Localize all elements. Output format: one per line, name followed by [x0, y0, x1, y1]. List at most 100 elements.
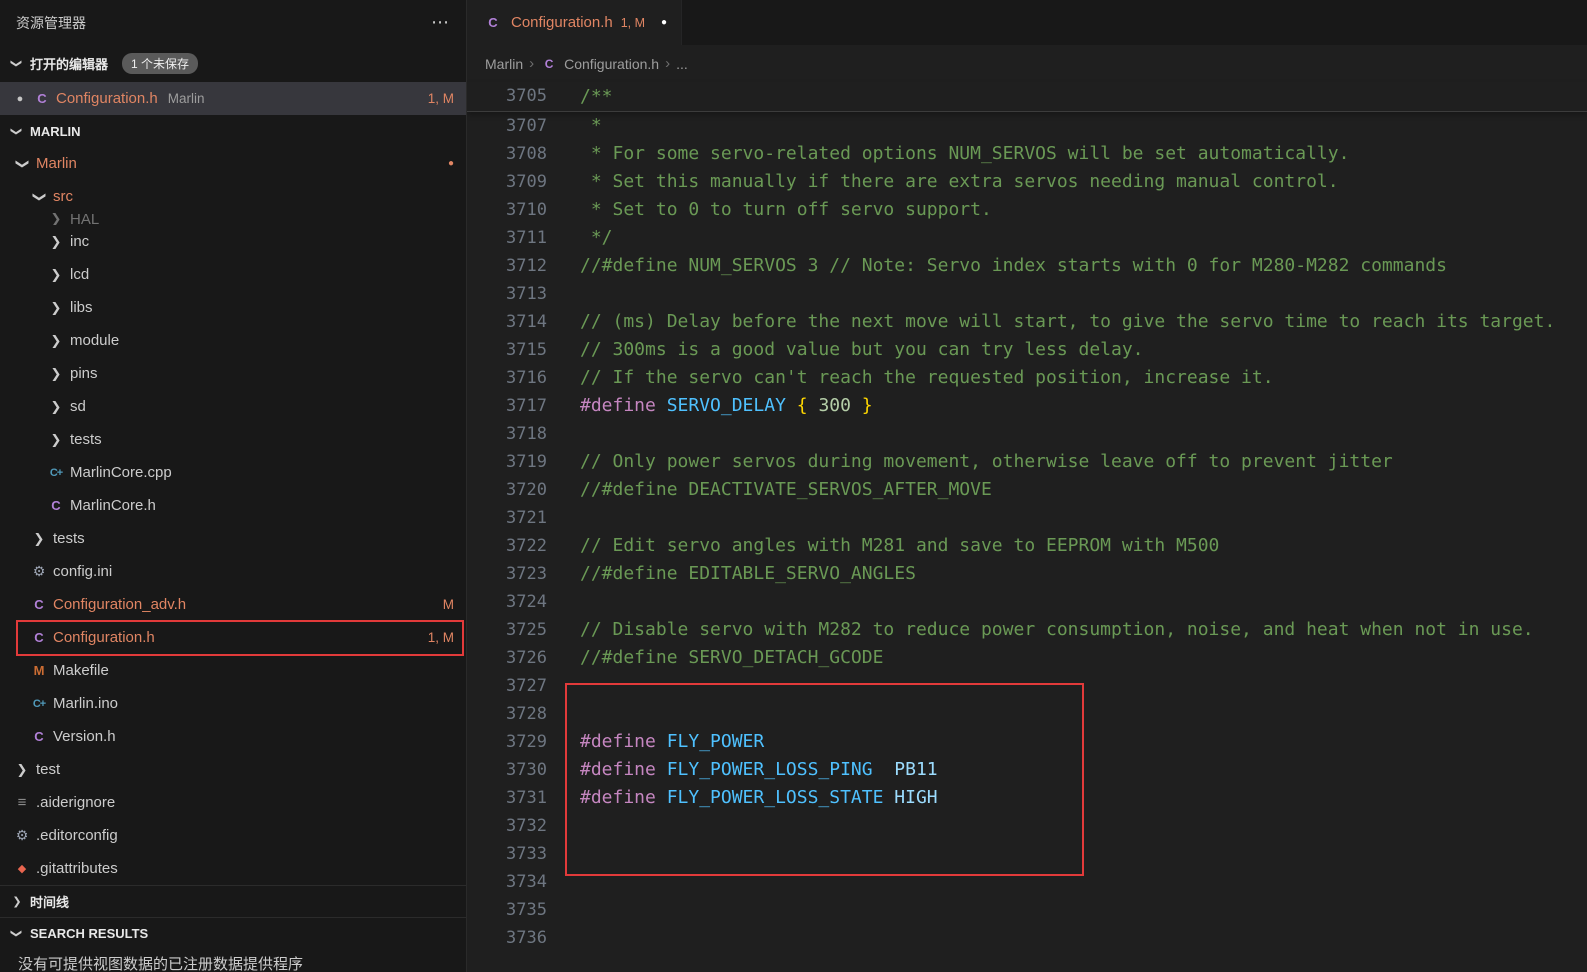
- chevron-right-icon: [8, 895, 26, 908]
- sidebar-title-row: 资源管理器 ⋯: [0, 0, 466, 45]
- code-line[interactable]: 3707 *: [467, 112, 1587, 140]
- tree-item-pins[interactable]: pins: [0, 357, 466, 390]
- code-line[interactable]: 3716// If the servo can't reach the requ…: [467, 364, 1587, 392]
- tree-item-label: HAL: [70, 213, 99, 225]
- tree-item-src[interactable]: src: [0, 180, 466, 213]
- code-line[interactable]: 3712//#define NUM_SERVOS 3 // Note: Serv…: [467, 252, 1587, 280]
- line-number: 3723: [467, 560, 547, 588]
- tree-indent: [10, 571, 27, 572]
- tree-item-.editorconfig[interactable]: .editorconfig: [0, 819, 466, 852]
- line-number: 3722: [467, 532, 547, 560]
- code-line[interactable]: 3719// Only power servos during movement…: [467, 448, 1587, 476]
- code-line[interactable]: 3730#define FLY_POWER_LOSS_PING PB11: [467, 756, 1587, 784]
- code-line[interactable]: 3709 * Set this manually if there are ex…: [467, 168, 1587, 196]
- code-line[interactable]: 3726//#define SERVO_DETACH_GCODE: [467, 644, 1587, 672]
- line-number: 3718: [467, 420, 547, 448]
- tree-indent: [10, 604, 27, 605]
- tree-item-inc[interactable]: inc: [0, 225, 466, 258]
- breadcrumb-item-...[interactable]: ...: [676, 56, 688, 72]
- tree-indent: [10, 472, 44, 473]
- tree-item-marlin.ino[interactable]: Marlin.ino: [0, 687, 466, 720]
- tree-item-hal[interactable]: HAL: [0, 213, 466, 225]
- code-line[interactable]: 3735: [467, 896, 1587, 924]
- tree-item-tests[interactable]: tests: [0, 522, 466, 555]
- code-line[interactable]: 3731#define FLY_POWER_LOSS_STATE HIGH: [467, 784, 1587, 812]
- tree-item-configuration.h[interactable]: Configuration.h 1, M: [0, 621, 466, 654]
- timeline-header[interactable]: 时间线: [0, 885, 466, 917]
- code-line[interactable]: 3725// Disable servo with M282 to reduce…: [467, 616, 1587, 644]
- code-line[interactable]: 3734: [467, 868, 1587, 896]
- git-problems-badge: 1, M: [428, 630, 454, 645]
- line-number: 3708: [467, 140, 547, 168]
- code-line[interactable]: 3736: [467, 924, 1587, 952]
- code-line[interactable]: 3733: [467, 840, 1587, 868]
- code-line[interactable]: 3723//#define EDITABLE_SERVO_ANGLES: [467, 560, 1587, 588]
- code-line[interactable]: 3715// 300ms is a good value but you can…: [467, 336, 1587, 364]
- tree-item-label: Configuration.h: [53, 629, 155, 646]
- code-text: *: [580, 112, 602, 140]
- doc-file-icon: [10, 794, 34, 811]
- tree-item-version.h[interactable]: Version.h: [0, 720, 466, 753]
- code-text: * Set to 0 to turn off servo support.: [580, 196, 992, 224]
- tree-item-libs[interactable]: libs: [0, 291, 466, 324]
- open-editor-item-configuration-h[interactable]: Configuration.h Marlin 1, M: [0, 82, 466, 115]
- timeline-label: 时间线: [30, 892, 69, 911]
- line-number: 3705: [467, 82, 547, 111]
- chevron-down-icon: [8, 927, 26, 940]
- code-line[interactable]: 3711 */: [467, 224, 1587, 252]
- search-results-empty-message: 没有可提供视图数据的已注册数据提供程序: [0, 949, 466, 972]
- tree-item-.gitattributes[interactable]: .gitattributes: [0, 852, 466, 885]
- tree-indent: [10, 406, 44, 407]
- tree-item-marlin[interactable]: Marlin●: [0, 147, 466, 180]
- tree-item-label: Configuration_adv.h: [53, 596, 186, 613]
- more-actions-icon[interactable]: ⋯: [431, 12, 450, 33]
- code-line[interactable]: 3728: [467, 700, 1587, 728]
- tab-configuration-h[interactable]: Configuration.h 1, M: [467, 0, 682, 45]
- code-line[interactable]: 3714// (ms) Delay before the next move w…: [467, 308, 1587, 336]
- code-line[interactable]: 3713: [467, 280, 1587, 308]
- tree-indent: [10, 505, 44, 506]
- tree-item-label: Marlin: [36, 155, 77, 172]
- open-editors-header[interactable]: 打开的编辑器 1 个未保存: [0, 45, 466, 82]
- tree-item-sd[interactable]: sd: [0, 390, 466, 423]
- gear-file-icon: [27, 563, 51, 580]
- line-number: 3736: [467, 924, 547, 952]
- sticky-scroll-line[interactable]: 3705/**: [467, 82, 1587, 112]
- code-line[interactable]: 3717#define SERVO_DELAY { 300 }: [467, 392, 1587, 420]
- unsaved-dot-icon[interactable]: [10, 93, 30, 105]
- tree-item-configuration_adv.h[interactable]: Configuration_adv.hM: [0, 588, 466, 621]
- code-line[interactable]: 3721: [467, 504, 1587, 532]
- search-results-header[interactable]: SEARCH RESULTS: [0, 917, 466, 949]
- tree-item-lcd[interactable]: lcd: [0, 258, 466, 291]
- tree-item-config.ini[interactable]: config.ini: [0, 555, 466, 588]
- line-number: 3727: [467, 672, 547, 700]
- code-line[interactable]: 3705/**: [467, 82, 1587, 111]
- code-line[interactable]: 3732: [467, 812, 1587, 840]
- code-line[interactable]: 3720//#define DEACTIVATE_SERVOS_AFTER_MO…: [467, 476, 1587, 504]
- tree-item-marlincore.h[interactable]: MarlinCore.h: [0, 489, 466, 522]
- breadcrumb-item-marlin[interactable]: Marlin: [485, 56, 523, 72]
- code-line[interactable]: 3729#define FLY_POWER: [467, 728, 1587, 756]
- c-file-icon: [27, 630, 51, 645]
- tree-item-makefile[interactable]: Makefile: [0, 654, 466, 687]
- unsaved-dot-icon[interactable]: [661, 17, 667, 28]
- line-number: 3710: [467, 196, 547, 224]
- code-text: * For some servo-related options NUM_SER…: [580, 140, 1349, 168]
- code-line[interactable]: 3710 * Set to 0 to turn off servo suppor…: [467, 196, 1587, 224]
- tree-item-test[interactable]: test: [0, 753, 466, 786]
- code-text: // If the servo can't reach the requeste…: [580, 364, 1274, 392]
- code-line[interactable]: 3727: [467, 672, 1587, 700]
- c-file-icon: [540, 57, 558, 71]
- workspace-header[interactable]: MARLIN: [0, 115, 466, 147]
- code-line[interactable]: 3718: [467, 420, 1587, 448]
- breadcrumb-item-configuration.h[interactable]: Configuration.h: [564, 56, 659, 72]
- tree-item-module[interactable]: module: [0, 324, 466, 357]
- tree-item-.aiderignore[interactable]: .aiderignore: [0, 786, 466, 819]
- tree-item-tests[interactable]: tests: [0, 423, 466, 456]
- code-line[interactable]: 3722// Edit servo angles with M281 and s…: [467, 532, 1587, 560]
- code-line[interactable]: 3708 * For some servo-related options NU…: [467, 140, 1587, 168]
- tree-item-marlincore.cpp[interactable]: MarlinCore.cpp: [0, 456, 466, 489]
- code-line[interactable]: 3724: [467, 588, 1587, 616]
- code-text: #define FLY_POWER_LOSS_STATE HIGH: [580, 784, 938, 812]
- chevron-right-icon: [44, 300, 68, 316]
